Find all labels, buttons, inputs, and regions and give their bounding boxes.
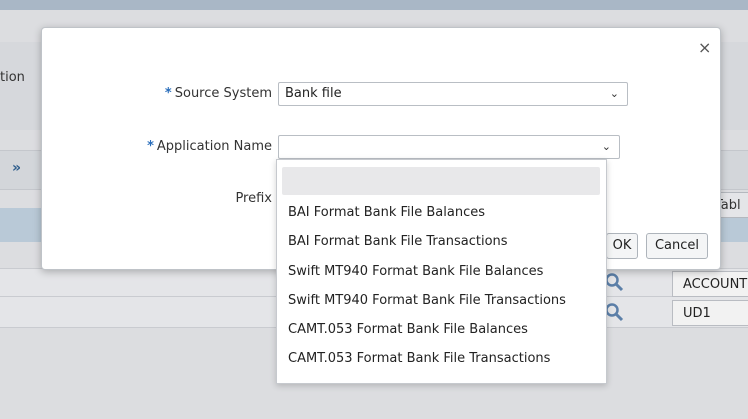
expand-chevron-icon[interactable]: » (12, 160, 21, 176)
dropdown-option[interactable]: CAMT.053 Format Bank File Transactions (288, 351, 550, 366)
chevron-down-icon: ⌄ (609, 87, 619, 100)
dropdown-option[interactable]: BAI Format Bank File Balances (288, 205, 485, 220)
application-name-select[interactable]: ⌄ (278, 135, 620, 159)
dropdown-option-empty[interactable] (282, 167, 600, 195)
dropdown-option[interactable]: Swift MT940 Format Bank File Balances (288, 264, 543, 279)
application-name-label: * Application Name (147, 139, 272, 154)
prefix-label: Prefix (235, 191, 272, 206)
close-icon[interactable]: × (698, 38, 711, 57)
search-icon[interactable] (604, 302, 624, 322)
application-name-options: BAI Format Bank File Balances BAI Format… (276, 159, 607, 384)
top-bar (0, 0, 748, 10)
required-marker: * (164, 86, 172, 101)
table-cell[interactable]: UD1 (672, 300, 748, 326)
chevron-down-icon: ⌄ (601, 140, 611, 153)
cancel-button[interactable]: Cancel (646, 233, 708, 259)
background-label: tion (0, 70, 25, 85)
search-icon[interactable] (604, 272, 624, 292)
dropdown-option[interactable]: BAI Format Bank File Transactions (288, 234, 508, 249)
required-marker: * (147, 139, 154, 154)
dropdown-option[interactable]: Swift MT940 Format Bank File Transaction… (288, 293, 566, 308)
source-system-select[interactable]: Bank file ⌄ (278, 82, 628, 106)
dropdown-option[interactable]: CAMT.053 Format Bank File Balances (288, 322, 528, 337)
table-cell[interactable]: ACCOUNT (672, 271, 748, 297)
source-system-label: * Source System (164, 86, 272, 101)
ok-button[interactable]: OK (606, 233, 638, 259)
source-system-value: Bank file (285, 86, 342, 101)
